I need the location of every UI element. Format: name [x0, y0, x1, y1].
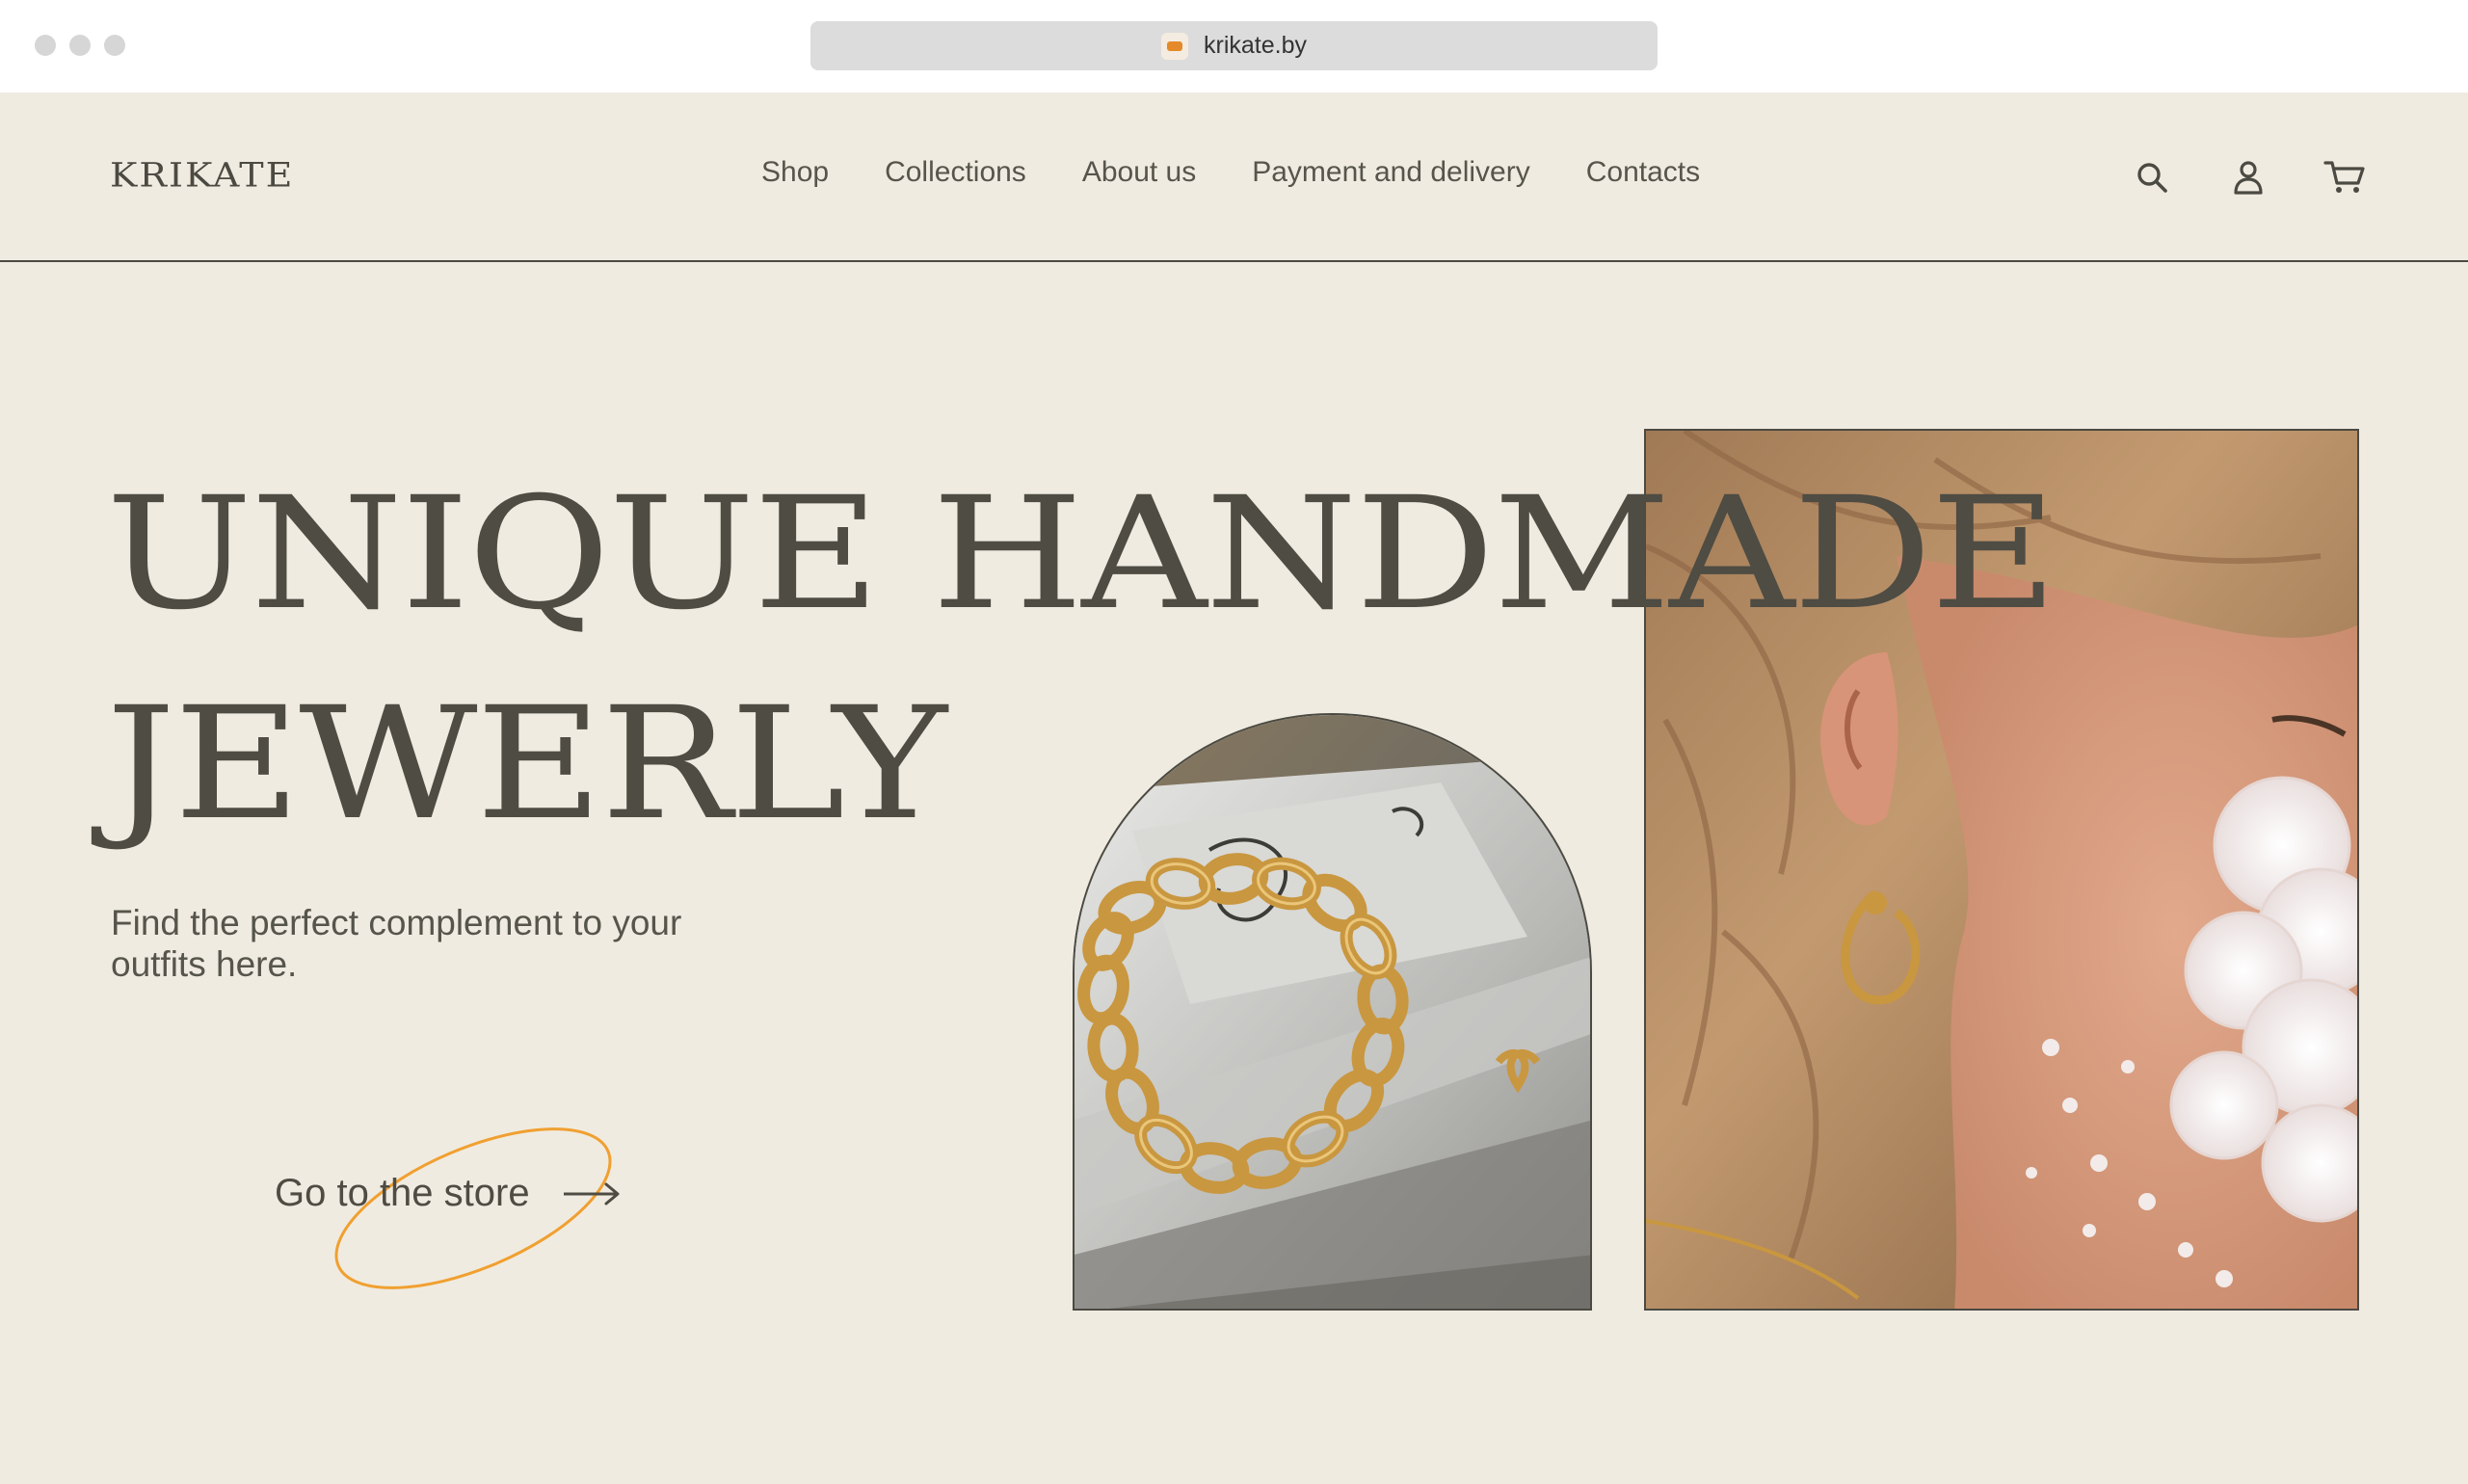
maximize-window-button[interactable]: [104, 35, 125, 56]
hero-subtitle: Find the perfect complement to your outf…: [111, 903, 682, 984]
page: KRIKATE Shop Collections About us Paymen…: [0, 93, 2468, 1484]
main-nav: Shop Collections About us Payment and de…: [761, 156, 1700, 189]
hero-title-line-1: UNIQUE HANDMADE: [106, 464, 2057, 645]
nav-contacts[interactable]: Contacts: [1586, 156, 1700, 189]
browser-chrome: krikate.by: [0, 0, 2468, 93]
nav-shop[interactable]: Shop: [761, 156, 829, 189]
site-header: KRIKATE Shop Collections About us Paymen…: [0, 93, 2468, 262]
address-bar[interactable]: krikate.by: [810, 21, 1658, 70]
hero-title-line-2: JEWERLY: [106, 674, 947, 855]
hero-title: UNIQUE HANDMADE JEWERLY: [106, 449, 2225, 869]
minimize-window-button[interactable]: [69, 35, 91, 56]
close-window-button[interactable]: [35, 35, 56, 56]
nav-collections[interactable]: Collections: [885, 156, 1026, 189]
go-to-store-label: Go to the store: [275, 1172, 530, 1214]
nav-payment-and-delivery[interactable]: Payment and delivery: [1252, 156, 1530, 189]
url-text: krikate.by: [1204, 32, 1307, 59]
header-actions: [2131, 156, 2366, 199]
search-icon[interactable]: [2131, 156, 2173, 199]
user-icon[interactable]: [2227, 156, 2269, 199]
cart-icon[interactable]: [2323, 156, 2366, 199]
arrow-right-icon: [564, 1182, 620, 1206]
site-logo[interactable]: KRIKATE: [110, 156, 294, 195]
go-to-store-button[interactable]: Go to the store: [275, 1124, 641, 1289]
window-controls: [35, 35, 125, 56]
krikate-favicon-icon: [1161, 32, 1188, 60]
nav-about-us[interactable]: About us: [1082, 156, 1196, 189]
